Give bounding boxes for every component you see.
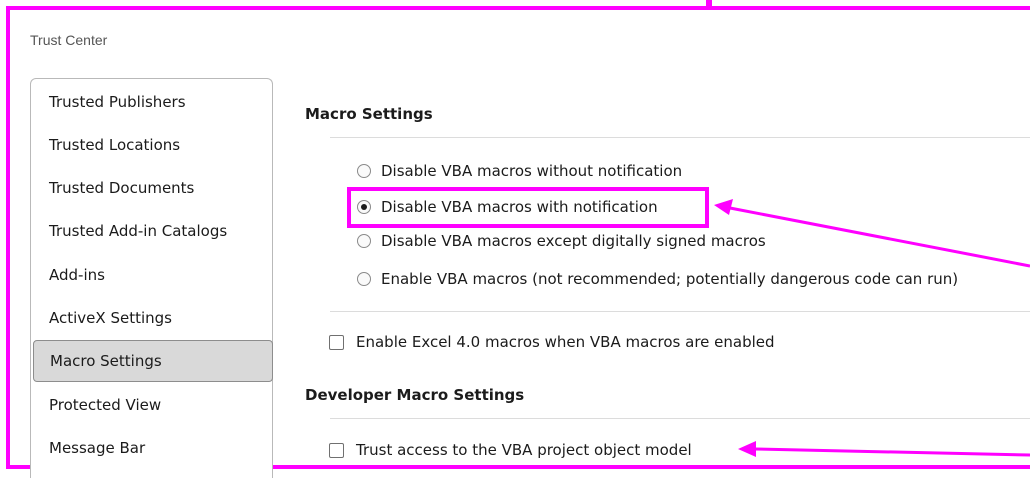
annotation-arrow-line-2 <box>754 447 1030 457</box>
annotation-arrowhead-1 <box>714 199 733 215</box>
annotation-arrow-line-1 <box>729 206 1030 268</box>
annotation-arrowhead-2 <box>738 441 756 457</box>
annotation-arrows <box>714 199 1030 457</box>
